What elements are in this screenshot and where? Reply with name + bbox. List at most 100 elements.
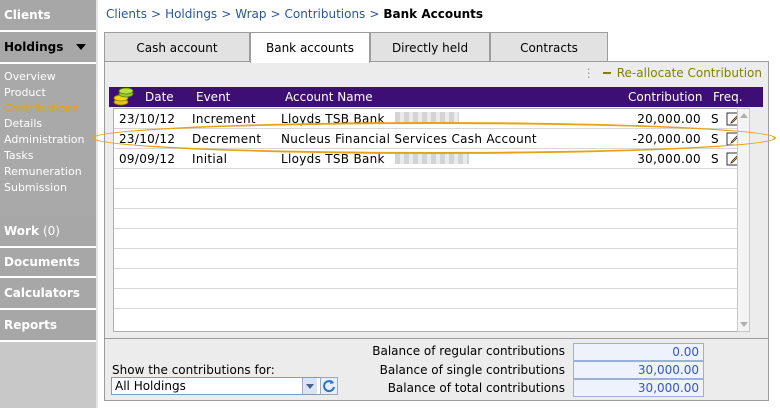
cell-event: Increment: [192, 112, 256, 126]
subnav-tasks[interactable]: Tasks: [0, 148, 96, 164]
tab-bank-accounts-label: Bank accounts: [265, 41, 354, 55]
cell-contribution: 30,000.00: [637, 152, 701, 166]
empty-row: [114, 289, 744, 309]
nav-work-count: (0): [42, 224, 60, 238]
refresh-button[interactable]: [320, 377, 338, 395]
nav-calculators-label: Calculators: [4, 286, 80, 300]
scroll-up-icon[interactable]: [740, 113, 748, 118]
empty-row: [114, 229, 744, 249]
nav-clients-label: Clients: [4, 8, 51, 22]
table-row[interactable]: 09/09/12 Initial Lloyds TSB Bank 30,000.…: [114, 149, 744, 169]
nav-documents-label: Documents: [4, 255, 80, 269]
vertical-scrollbar[interactable]: [737, 108, 750, 332]
balance-regular-label: Balance of regular contributions: [372, 344, 565, 358]
reallocate-label: Re-allocate Contribution: [616, 66, 762, 80]
empty-row: [114, 309, 744, 329]
tab-directly-held-label: Directly held: [391, 40, 469, 55]
tab-contracts-label: Contracts: [520, 40, 578, 55]
balance-total-value: 30,000.00: [573, 379, 704, 397]
cell-freq: S: [711, 152, 719, 166]
sidebar: Clients Holdings Overview Product Contri…: [0, 0, 97, 408]
nav-clients[interactable]: Clients: [0, 0, 96, 32]
cell-account: Lloyds TSB Bank: [281, 112, 385, 126]
breadcrumb-current: Bank Accounts: [383, 7, 484, 21]
subnav-remuneration[interactable]: Remuneration: [0, 164, 96, 180]
empty-row: [114, 189, 744, 209]
balance-single-label: Balance of single contributions: [379, 363, 565, 377]
tab-cash-account-label: Cash account: [136, 40, 218, 55]
filter-label: Show the contributions for:: [112, 363, 275, 377]
nav-documents[interactable]: Documents: [0, 248, 96, 278]
reallocate-contribution-link[interactable]: ⋮ Re-allocate Contribution: [583, 66, 762, 80]
nav-reports-label: Reports: [4, 318, 58, 332]
cell-contribution: 20,000.00: [637, 112, 701, 126]
contributions-table: 23/10/12 Increment Lloyds TSB Bank 20,00…: [113, 108, 745, 332]
cell-freq: S: [711, 132, 719, 146]
breadcrumb-separator: >: [151, 7, 162, 21]
cell-account: Nucleus Financial Services Cash Account: [281, 132, 537, 146]
cell-freq: S: [711, 112, 719, 126]
nav-reports[interactable]: Reports: [0, 310, 96, 342]
empty-row: [114, 169, 744, 189]
subnav-contributions[interactable]: Contributions: [0, 101, 96, 117]
refresh-icon: [323, 380, 335, 393]
cell-account: Lloyds TSB Bank: [281, 152, 385, 166]
holdings-filter-value: All Holdings: [115, 379, 186, 393]
breadcrumb-holdings[interactable]: Holdings: [165, 7, 217, 21]
cell-event: Decrement: [192, 132, 262, 146]
redacted-account-number: [395, 152, 469, 164]
empty-row: [114, 209, 744, 229]
cell-date: 09/09/12: [119, 152, 176, 166]
subnav-administration[interactable]: Administration: [0, 132, 96, 148]
cell-date: 23/10/12: [119, 132, 176, 146]
tab-cash-account[interactable]: Cash account: [104, 32, 250, 62]
redacted-account-number: [395, 112, 459, 124]
breadcrumb-clients[interactable]: Clients: [106, 7, 147, 21]
coins-icon: [113, 87, 134, 106]
column-header-account-name[interactable]: Account Name: [285, 90, 373, 104]
balance-regular-value: 0.00: [573, 343, 704, 361]
breadcrumb-separator: >: [369, 7, 380, 21]
holdings-filter-select[interactable]: All Holdings: [111, 377, 322, 395]
toolbar-grip-icon: ⋮: [582, 66, 595, 80]
balance-single-value: 30,000.00: [573, 361, 704, 379]
cell-date: 23/10/12: [119, 112, 176, 126]
subnav-submission[interactable]: Submission: [0, 180, 96, 196]
column-header-freq[interactable]: Freq.: [713, 90, 743, 104]
nav-holdings[interactable]: Holdings: [0, 32, 96, 64]
balance-total-label: Balance of total contributions: [387, 381, 565, 395]
cell-event: Initial: [192, 152, 228, 166]
caret-down-icon: [76, 44, 86, 50]
tab-contracts[interactable]: Contracts: [490, 32, 608, 62]
tab-directly-held[interactable]: Directly held: [370, 32, 490, 62]
nav-calculators[interactable]: Calculators: [0, 278, 96, 310]
minus-icon: [602, 72, 611, 74]
column-header-event[interactable]: Event: [196, 90, 230, 104]
column-header-date[interactable]: Date: [145, 90, 174, 104]
breadcrumb: Clients > Holdings > Wrap > Contributions > Bank…: [106, 7, 483, 21]
tab-bank-accounts[interactable]: Bank accounts: [250, 32, 370, 63]
column-header-contribution[interactable]: Contribution: [628, 90, 703, 104]
nav-holdings-label: Holdings: [4, 40, 64, 54]
breadcrumb-contributions[interactable]: Contributions: [285, 7, 366, 21]
breadcrumb-separator: >: [221, 7, 232, 21]
contributions-panel: ⋮ Re-allocate Contribution Date Event Ac…: [104, 61, 769, 339]
holdings-subnav: Overview Product Contributions Details A…: [0, 64, 96, 216]
subnav-overview[interactable]: Overview: [0, 69, 96, 85]
nav-work-label: Work: [4, 224, 39, 238]
dropdown-arrow-icon[interactable]: [302, 378, 317, 394]
subnav-details[interactable]: Details: [0, 116, 96, 132]
nav-work[interactable]: Work (0): [0, 216, 96, 248]
scroll-down-icon[interactable]: [740, 322, 748, 327]
footer-panel: Show the contributions for: All Holdings…: [104, 339, 769, 401]
table-row[interactable]: 23/10/12 Increment Lloyds TSB Bank 20,00…: [114, 109, 744, 129]
table-header: Date Event Account Name Contribution Fre…: [109, 87, 763, 107]
subnav-product[interactable]: Product: [0, 85, 96, 101]
breadcrumb-separator: >: [270, 7, 281, 21]
empty-row: [114, 269, 744, 289]
sidebar-divider: [96, 0, 98, 408]
cell-contribution: -20,000.00: [632, 132, 701, 146]
breadcrumb-wrap[interactable]: Wrap: [235, 7, 266, 21]
empty-row: [114, 249, 744, 269]
table-row[interactable]: 23/10/12 Decrement Nucleus Financial Ser…: [114, 129, 744, 149]
